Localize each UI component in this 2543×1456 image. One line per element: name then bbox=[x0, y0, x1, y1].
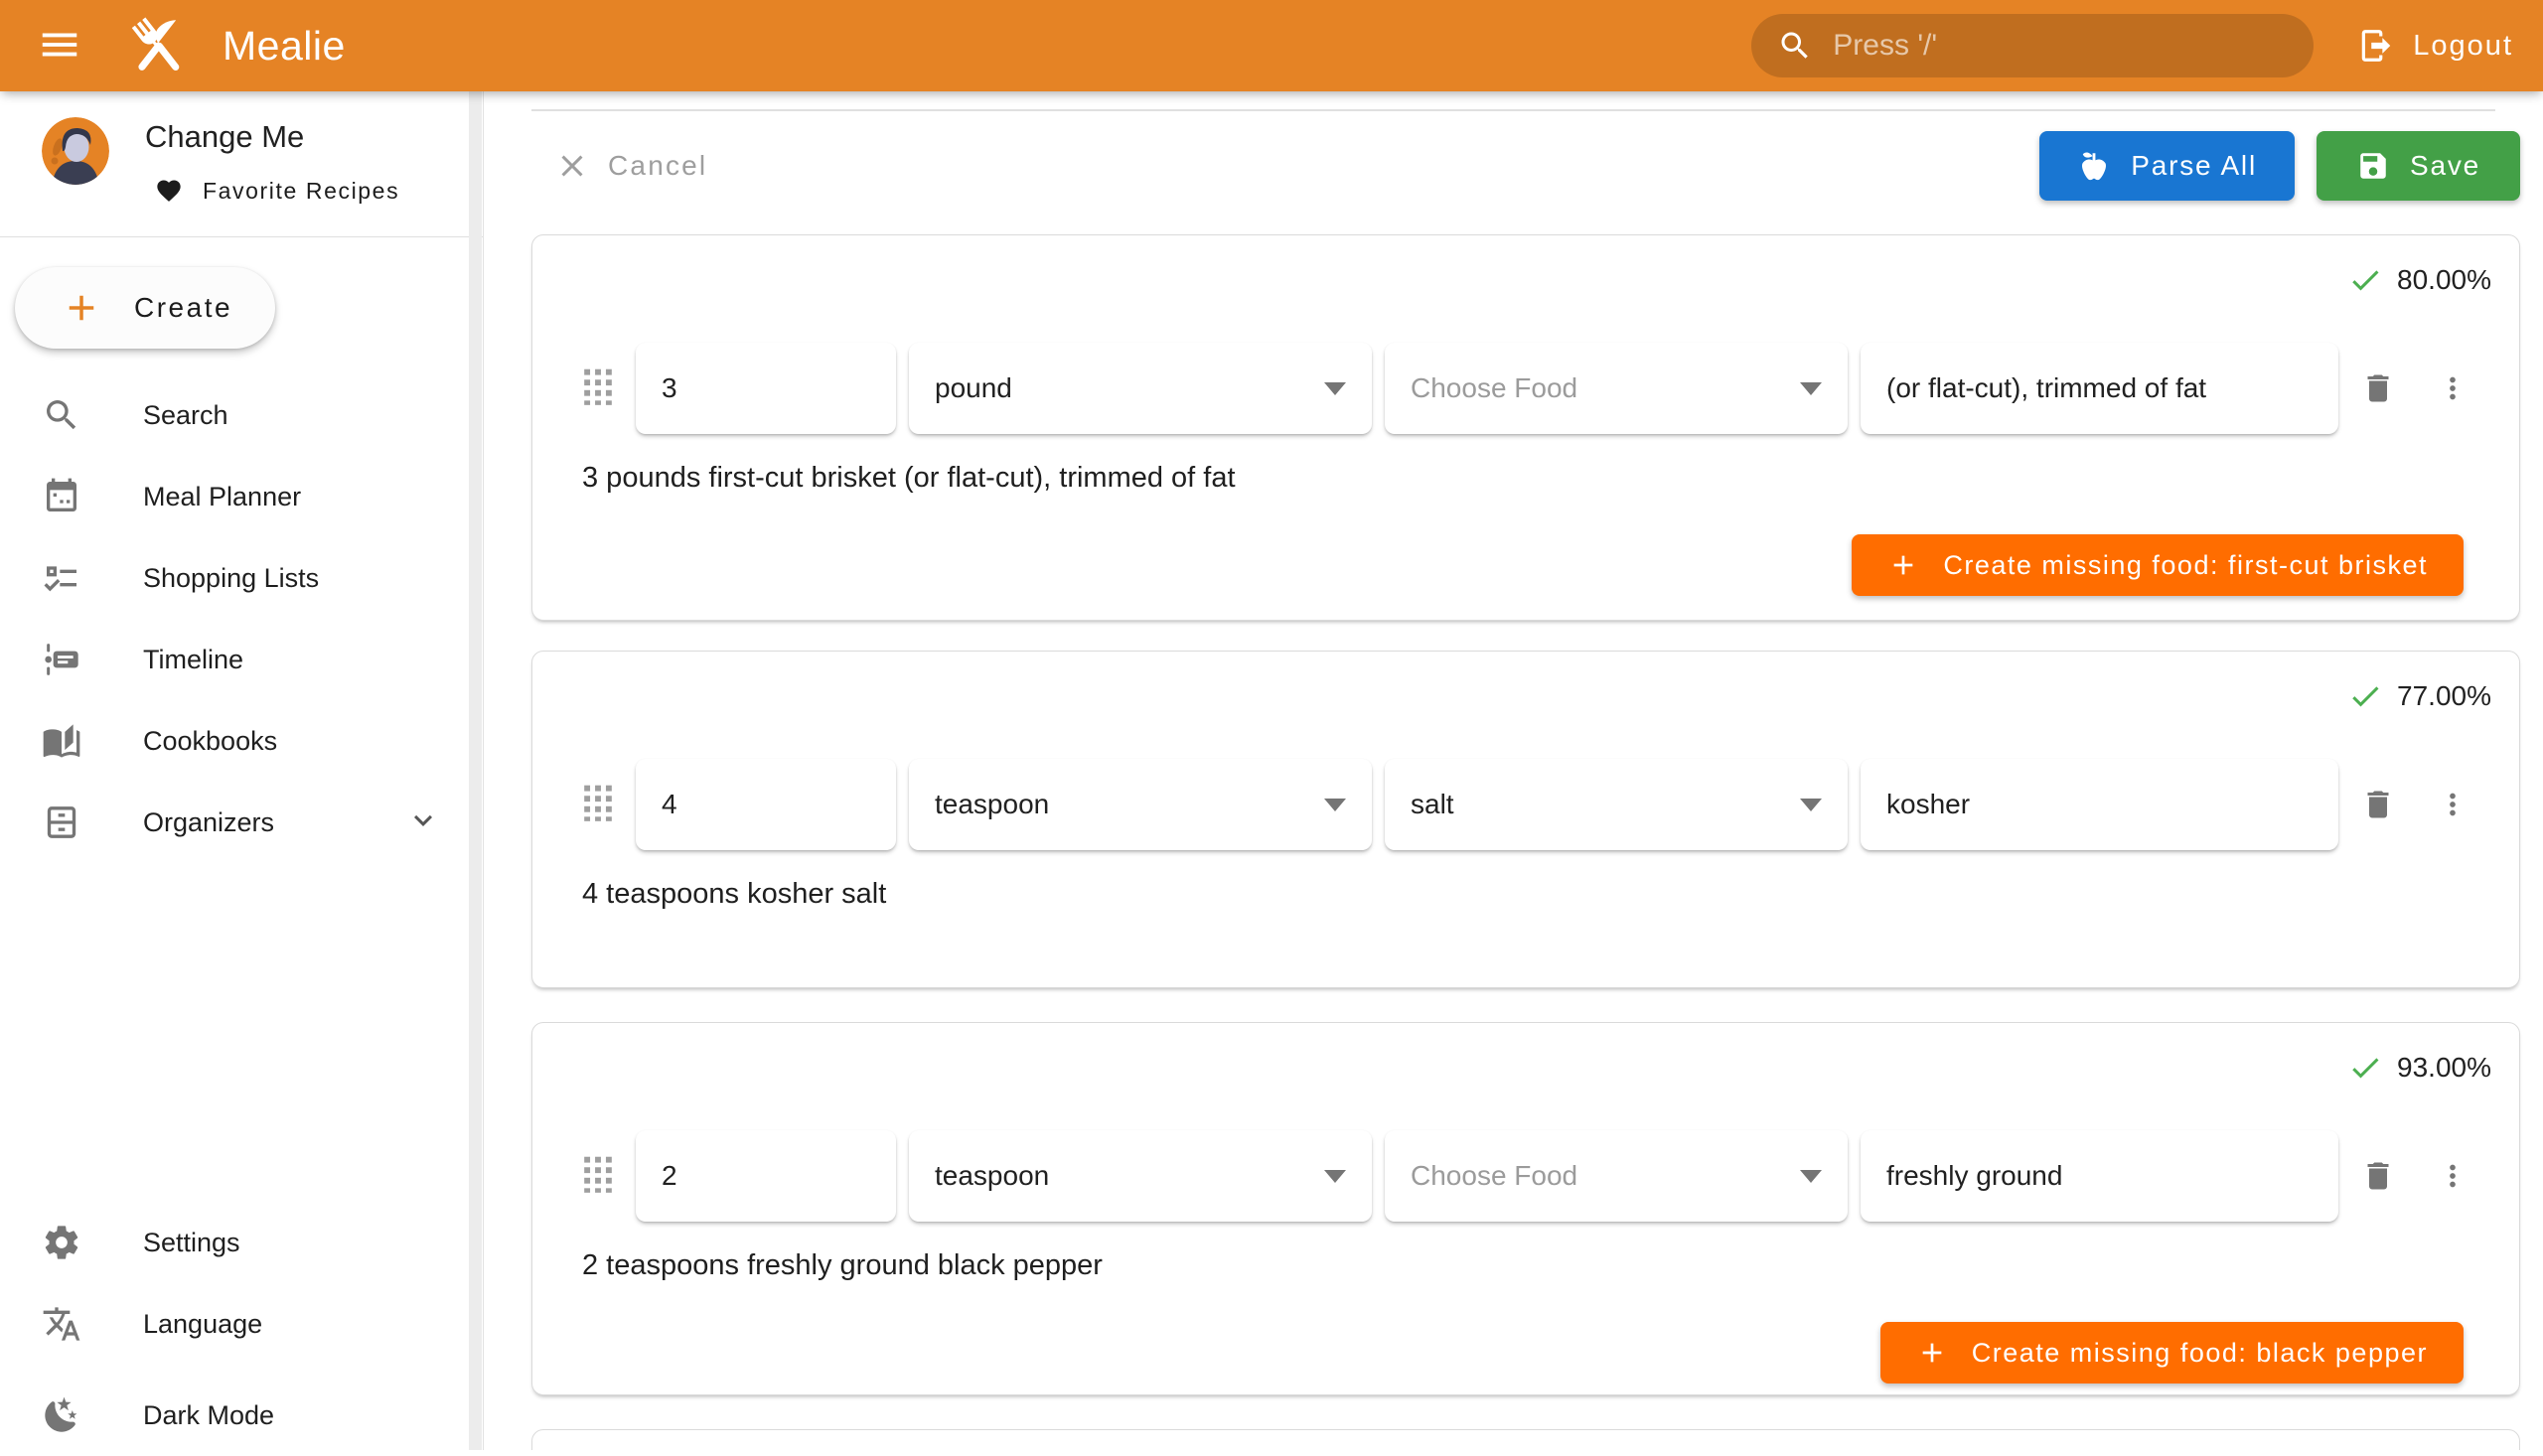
global-search-input[interactable]: Press '/' bbox=[1751, 14, 2314, 77]
sidebar-item-settings[interactable]: Settings bbox=[0, 1202, 483, 1283]
create-button[interactable]: Create bbox=[15, 267, 275, 349]
trash-icon bbox=[2360, 787, 2396, 822]
note-input[interactable] bbox=[1886, 789, 2313, 820]
timeline-icon bbox=[42, 640, 81, 679]
heart-icon bbox=[155, 177, 183, 205]
close-icon bbox=[554, 148, 590, 184]
book-open-icon bbox=[42, 721, 81, 761]
food-select[interactable]: salt bbox=[1385, 759, 1848, 850]
logout-icon bbox=[2357, 27, 2395, 65]
unit-select[interactable]: teaspoon bbox=[909, 759, 1372, 850]
original-ingredient-text: 3 pounds first-cut brisket (or flat-cut)… bbox=[582, 462, 2469, 495]
trash-icon bbox=[2360, 370, 2396, 406]
ingredient-menu-button[interactable] bbox=[2436, 1159, 2469, 1193]
confidence-percent: 93.00% bbox=[2397, 1052, 2491, 1084]
sidebar-scrollbar[interactable] bbox=[469, 91, 482, 1450]
dropdown-caret-icon bbox=[1800, 382, 1822, 395]
note-input[interactable] bbox=[1886, 372, 2313, 404]
cancel-button[interactable]: Cancel bbox=[554, 148, 707, 184]
save-icon bbox=[2356, 149, 2390, 183]
original-ingredient-text: 2 teaspoons freshly ground black pepper bbox=[582, 1249, 2469, 1282]
user-section: Change Me Favorite Recipes bbox=[0, 91, 483, 236]
chevron-down-icon bbox=[405, 802, 441, 843]
food-select[interactable]: Choose Food bbox=[1385, 1130, 1848, 1222]
ingredient-card: 77.00% teaspoon salt bbox=[531, 651, 2520, 988]
user-name: Change Me bbox=[145, 119, 399, 155]
parser-toolbar: Cancel Parse All Save bbox=[531, 111, 2520, 220]
sidebar-item-language[interactable]: Language bbox=[0, 1283, 483, 1365]
sidebar-item-shopping-lists[interactable]: Shopping Lists bbox=[0, 537, 483, 619]
calendar-icon bbox=[42, 477, 81, 516]
dropdown-caret-icon bbox=[1324, 382, 1346, 395]
create-missing-food-button[interactable]: Create missing food: black pepper bbox=[1880, 1322, 2464, 1383]
kebab-icon bbox=[2436, 1159, 2469, 1193]
confidence-percent: 80.00% bbox=[2397, 264, 2491, 296]
ingredient-card: 93.00% teaspoon Choose Food bbox=[531, 1022, 2520, 1395]
sidebar-divider bbox=[0, 236, 483, 237]
drag-handle-icon[interactable] bbox=[582, 367, 614, 410]
mealie-logo-icon bbox=[121, 8, 197, 83]
plus-icon bbox=[1916, 1337, 1948, 1369]
create-missing-food-button[interactable]: Create missing food: first-cut brisket bbox=[1852, 534, 2464, 596]
sidebar-item-search[interactable]: Search bbox=[0, 374, 483, 456]
note-input[interactable] bbox=[1886, 1160, 2313, 1192]
delete-ingredient-button[interactable] bbox=[2360, 370, 2396, 406]
dropdown-caret-icon bbox=[1800, 799, 1822, 811]
save-button[interactable]: Save bbox=[2317, 131, 2520, 201]
drag-handle-icon[interactable] bbox=[582, 784, 614, 826]
logout-button[interactable]: Logout bbox=[2357, 27, 2513, 65]
sidebar: Change Me Favorite Recipes Create Search… bbox=[0, 91, 484, 1450]
delete-ingredient-button[interactable] bbox=[2360, 787, 2396, 822]
sidebar-item-meal-planner[interactable]: Meal Planner bbox=[0, 456, 483, 537]
check-icon bbox=[2347, 262, 2383, 298]
sidebar-item-organizers[interactable]: Organizers bbox=[0, 782, 483, 863]
kebab-icon bbox=[2436, 371, 2469, 405]
ingredient-menu-button[interactable] bbox=[2436, 371, 2469, 405]
dropdown-caret-icon bbox=[1324, 1170, 1346, 1183]
delete-ingredient-button[interactable] bbox=[2360, 1158, 2396, 1194]
trash-icon bbox=[2360, 1158, 2396, 1194]
translate-icon bbox=[42, 1304, 81, 1344]
check-icon bbox=[2347, 678, 2383, 714]
main-content: Cancel Parse All Save 80.00% bbox=[485, 91, 2543, 1450]
search-placeholder: Press '/' bbox=[1833, 29, 1937, 63]
search-icon bbox=[1777, 28, 1813, 64]
sidebar-item-dark-mode[interactable]: Dark Mode bbox=[0, 1375, 483, 1456]
original-ingredient-text: 4 teaspoons kosher salt bbox=[582, 878, 2469, 911]
confidence-percent: 77.00% bbox=[2397, 680, 2491, 712]
dropdown-caret-icon bbox=[1324, 799, 1346, 811]
unit-select[interactable]: pound bbox=[909, 343, 1372, 434]
ingredient-card: 80.00% pound Choose Food bbox=[531, 234, 2520, 621]
drag-handle-icon[interactable] bbox=[582, 1155, 614, 1198]
organizers-cabinet-icon bbox=[42, 802, 81, 842]
sidebar-nav: Search Meal Planner Shopping Lists bbox=[0, 374, 483, 863]
app-bar: Mealie Press '/' Logout bbox=[0, 0, 2543, 91]
check-icon bbox=[2347, 1050, 2383, 1086]
search-icon bbox=[42, 395, 81, 435]
ingredient-card-partial bbox=[531, 1429, 2520, 1450]
quantity-input[interactable] bbox=[662, 372, 870, 404]
plus-icon bbox=[1887, 549, 1919, 581]
avatar[interactable] bbox=[42, 117, 109, 185]
quantity-input[interactable] bbox=[662, 789, 870, 820]
sidebar-footer: Settings Language Dark Mode bbox=[0, 1202, 483, 1456]
app-title: Mealie bbox=[223, 23, 346, 70]
hamburger-menu-button[interactable] bbox=[34, 20, 85, 72]
plus-icon bbox=[61, 287, 102, 329]
food-select[interactable]: Choose Food bbox=[1385, 343, 1848, 434]
gear-icon bbox=[42, 1223, 81, 1262]
apple-icon bbox=[2077, 149, 2111, 183]
favorite-recipes-link[interactable]: Favorite Recipes bbox=[155, 177, 399, 205]
sidebar-item-timeline[interactable]: Timeline bbox=[0, 619, 483, 700]
checklist-icon bbox=[42, 558, 81, 598]
hamburger-icon bbox=[37, 22, 82, 71]
unit-select[interactable]: teaspoon bbox=[909, 1130, 1372, 1222]
parse-all-button[interactable]: Parse All bbox=[2039, 131, 2295, 201]
dropdown-caret-icon bbox=[1800, 1170, 1822, 1183]
quantity-input[interactable] bbox=[662, 1160, 870, 1192]
sidebar-item-cookbooks[interactable]: Cookbooks bbox=[0, 700, 483, 782]
ingredient-menu-button[interactable] bbox=[2436, 788, 2469, 821]
kebab-icon bbox=[2436, 788, 2469, 821]
moon-stars-icon bbox=[42, 1395, 81, 1435]
